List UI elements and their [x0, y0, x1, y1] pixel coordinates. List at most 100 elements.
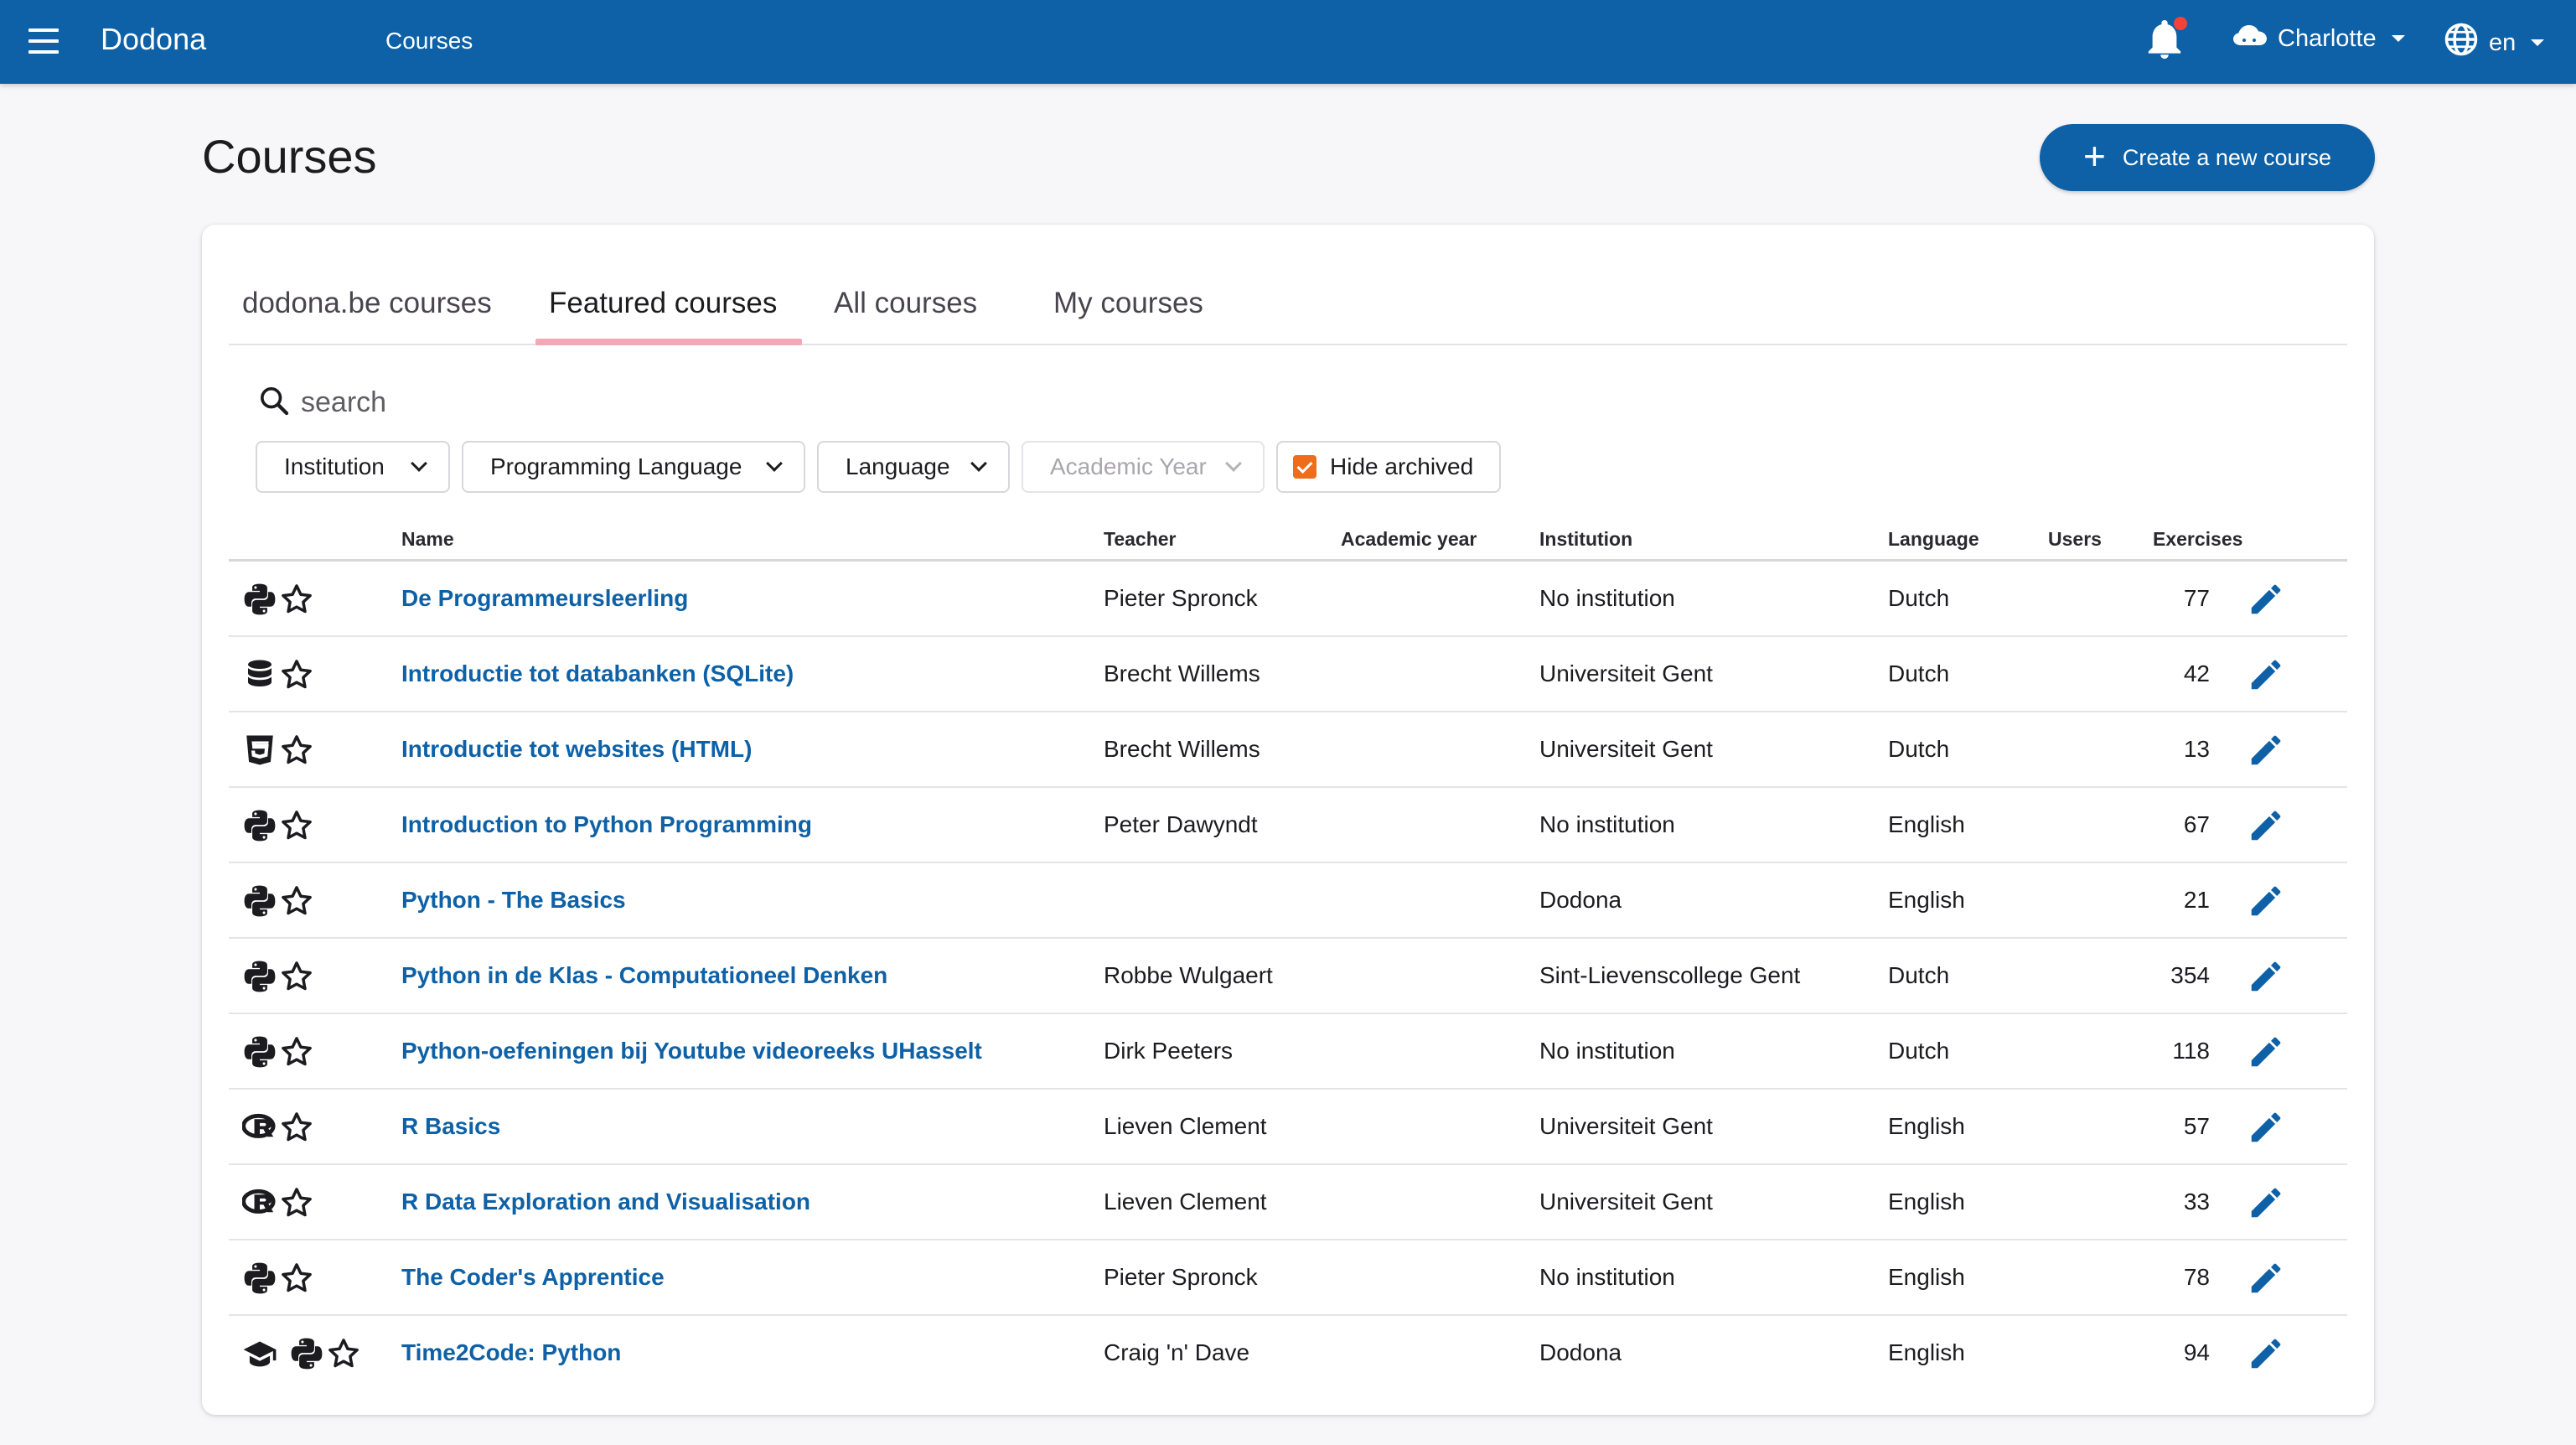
r-language-icon — [242, 1110, 277, 1145]
hide-archived-toggle[interactable]: Hide archived — [1276, 441, 1501, 493]
table-row[interactable]: Introductie tot websites (HTML) Brecht Wi… — [229, 712, 2347, 788]
favorite-star-icon[interactable] — [279, 1034, 314, 1070]
course-exercises: 67 — [2183, 811, 2210, 837]
favorite-star-icon[interactable] — [279, 657, 314, 692]
institution-filter[interactable]: Institution — [256, 441, 450, 493]
breadcrumb[interactable]: Courses — [385, 28, 473, 54]
programming-language-filter[interactable]: Programming Language — [462, 441, 805, 493]
course-teacher: Pieter Spronck — [1104, 1264, 1258, 1290]
course-name-link[interactable]: Python in de Klas - Computationeel Denke… — [401, 962, 887, 989]
python-icon — [242, 808, 277, 843]
course-exercises: 354 — [2170, 962, 2210, 988]
favorite-star-icon[interactable] — [279, 1261, 314, 1296]
database-icon — [242, 657, 277, 692]
table-row[interactable]: R Basics Lieven Clement Universiteit Gent E… — [229, 1090, 2347, 1165]
tab-dodona-courses[interactable]: dodona.be courses — [242, 287, 492, 320]
page-title: Courses — [202, 130, 377, 183]
course-teacher: Lieven Clement — [1104, 1113, 1267, 1139]
course-name-link[interactable]: Time2Code: Python — [401, 1339, 621, 1366]
course-exercises: 13 — [2183, 736, 2210, 762]
course-name-link[interactable]: Introductie tot databanken (SQLite) — [401, 660, 794, 687]
course-name-link[interactable]: Python-oefeningen bij Youtube videoreeks… — [401, 1038, 982, 1064]
column-name[interactable]: Name — [401, 528, 454, 551]
table-row[interactable]: The Coder's Apprentice Pieter Spronck No i… — [229, 1240, 2347, 1316]
course-name-link[interactable]: Introduction to Python Programming — [401, 811, 812, 838]
table-row[interactable]: Introduction to Python Programming Peter … — [229, 788, 2347, 863]
table-row[interactable]: Python - The Basics Dodona English 21 — [229, 863, 2347, 939]
brand-logo[interactable]: Dodona — [101, 22, 206, 57]
table-row[interactable]: De Programmeursleerling Pieter Spronck No … — [229, 562, 2347, 637]
user-menu[interactable]: Charlotte — [2232, 23, 2405, 54]
tab-my-courses[interactable]: My courses — [1053, 287, 1203, 320]
course-language: Dutch — [1888, 962, 1950, 988]
python-icon — [242, 582, 277, 617]
language-filter[interactable]: Language — [817, 441, 1010, 493]
notification-bell-icon[interactable] — [2145, 15, 2189, 60]
edit-pencil-icon[interactable] — [2247, 1033, 2285, 1071]
course-name-link[interactable]: The Coder's Apprentice — [401, 1264, 665, 1291]
hide-archived-checkbox[interactable] — [1293, 455, 1316, 479]
table-row[interactable]: R Data Exploration and Visualisation Liev… — [229, 1165, 2347, 1240]
edit-pencil-icon[interactable] — [2247, 1183, 2285, 1222]
language-menu[interactable]: en — [2444, 22, 2545, 64]
language-code: en — [2489, 28, 2517, 56]
plus-icon: + — [2082, 134, 2106, 178]
course-institution: No institution — [1539, 585, 1675, 611]
course-name-link[interactable]: Introductie tot websites (HTML) — [401, 736, 752, 763]
column-institution[interactable]: Institution — [1539, 528, 1632, 551]
favorite-star-icon[interactable] — [326, 1336, 361, 1371]
favorite-star-icon[interactable] — [279, 733, 314, 768]
column-teacher[interactable]: Teacher — [1104, 528, 1177, 551]
favorite-star-icon[interactable] — [279, 959, 314, 994]
python-icon — [242, 1261, 277, 1296]
course-name-link[interactable]: R Basics — [401, 1113, 500, 1140]
r-language-icon — [242, 1185, 277, 1220]
table-row[interactable]: Introductie tot databanken (SQLite) Brech… — [229, 637, 2347, 712]
column-users[interactable]: Users — [2048, 528, 2102, 551]
course-institution: Universiteit Gent — [1539, 1113, 1713, 1139]
column-exercises[interactable]: Exercises — [2153, 528, 2242, 551]
course-name-link[interactable]: Python - The Basics — [401, 887, 626, 914]
favorite-star-icon[interactable] — [279, 582, 314, 617]
course-name-link[interactable]: De Programmeursleerling — [401, 585, 688, 612]
edit-pencil-icon[interactable] — [2247, 1108, 2285, 1147]
favorite-star-icon[interactable] — [279, 808, 314, 843]
course-exercises: 33 — [2183, 1189, 2210, 1215]
search-input[interactable]: search — [257, 384, 386, 422]
academic-year-filter-label: Academic Year — [1050, 453, 1207, 479]
edit-pencil-icon[interactable] — [2247, 580, 2285, 619]
column-language[interactable]: Language — [1888, 528, 1979, 551]
favorite-star-icon[interactable] — [279, 1110, 314, 1145]
edit-pencil-icon[interactable] — [2247, 655, 2285, 694]
edit-pencil-icon[interactable] — [2247, 731, 2285, 769]
course-name-link[interactable]: R Data Exploration and Visualisation — [401, 1189, 810, 1215]
course-teacher: Brecht Willems — [1104, 736, 1260, 762]
course-exercises: 77 — [2183, 585, 2210, 611]
edit-pencil-icon[interactable] — [2247, 957, 2285, 996]
course-exercises: 21 — [2183, 887, 2210, 913]
edit-pencil-icon[interactable] — [2247, 882, 2285, 920]
create-course-button[interactable]: + Create a new course — [2040, 124, 2375, 191]
edit-pencil-icon[interactable] — [2247, 806, 2285, 845]
courses-card: dodona.be courses Featured courses All c… — [202, 225, 2374, 1415]
table-row[interactable]: Time2Code: Python Craig 'n' Dave Dodona Eng… — [229, 1316, 2347, 1391]
tab-featured-courses[interactable]: Featured courses — [549, 287, 777, 320]
python-icon — [242, 1034, 277, 1070]
search-placeholder: search — [301, 386, 387, 418]
table-row[interactable]: Python in de Klas - Computationeel Denke… — [229, 939, 2347, 1014]
chevron-down-icon — [970, 455, 987, 472]
course-language: English — [1888, 811, 1965, 837]
favorite-star-icon[interactable] — [279, 1185, 314, 1220]
course-language: Dutch — [1888, 585, 1950, 611]
column-academic-year[interactable]: Academic year — [1341, 528, 1477, 551]
html5-icon — [242, 733, 277, 768]
menu-icon[interactable] — [28, 28, 59, 54]
course-institution: Sint-Lievenscollege Gent — [1539, 962, 1801, 988]
edit-pencil-icon[interactable] — [2247, 1334, 2285, 1373]
course-institution: Universiteit Gent — [1539, 660, 1713, 686]
edit-pencil-icon[interactable] — [2247, 1259, 2285, 1297]
favorite-star-icon[interactable] — [279, 883, 314, 919]
table-header: Name Teacher Academic year Institution L… — [229, 511, 2347, 562]
table-row[interactable]: Python-oefeningen bij Youtube videoreeks… — [229, 1014, 2347, 1090]
tab-all-courses[interactable]: All courses — [834, 287, 977, 320]
